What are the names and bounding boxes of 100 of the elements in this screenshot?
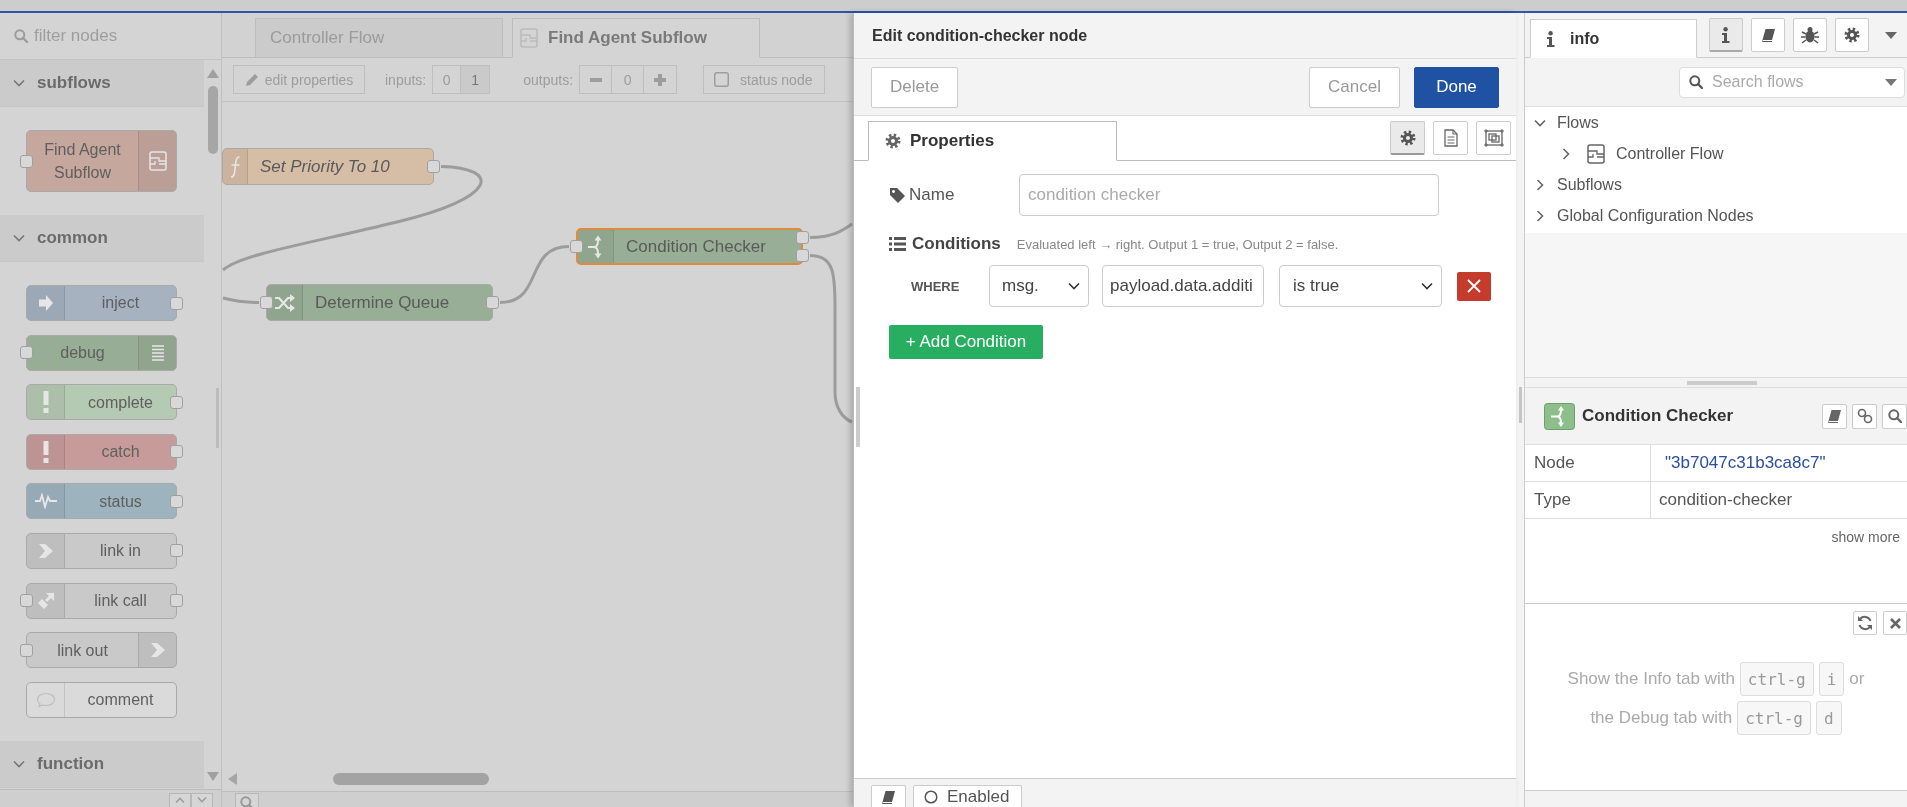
collapse-button[interactable] (169, 793, 191, 807)
link-button[interactable] (1852, 403, 1877, 429)
name-field[interactable]: condition checker (1019, 174, 1439, 216)
enabled-toggle[interactable]: Enabled (913, 785, 1023, 807)
palette-node[interactable]: link call (26, 582, 177, 619)
port-icon[interactable] (486, 296, 499, 309)
port-icon[interactable] (570, 240, 583, 253)
port-icon[interactable] (20, 346, 33, 360)
document-tab[interactable] (1433, 121, 1468, 155)
wire (222, 296, 259, 304)
port-icon[interactable] (20, 643, 33, 657)
scroll-up-arrow-icon[interactable] (206, 69, 219, 78)
bug-tab-button[interactable] (1793, 18, 1827, 52)
caret-icon[interactable] (1885, 31, 1897, 39)
palette-node[interactable]: inject (26, 285, 177, 321)
search-icon (14, 29, 28, 43)
search-field[interactable]: Search flows (1679, 66, 1905, 98)
conditions-hint: Evaluated left → right. Output 1 = true, Output 2 = false. (1016, 236, 1339, 252)
scrollbar-thumb[interactable] (333, 773, 489, 785)
port-icon[interactable] (796, 231, 809, 244)
source-select[interactable]: msg. (989, 265, 1089, 307)
port-icon[interactable] (20, 594, 33, 608)
settings-tab[interactable] (1390, 121, 1425, 155)
wire (809, 222, 853, 239)
scrollbar-thumb[interactable] (207, 86, 218, 154)
circle-icon (924, 789, 938, 804)
link-icon (1856, 408, 1873, 424)
tree-item[interactable]: Flows (1525, 107, 1907, 138)
close-button[interactable] (1883, 611, 1907, 635)
resize-handle[interactable] (1519, 387, 1522, 423)
toggle-button[interactable]: 1 (461, 65, 491, 94)
category-header[interactable]: subflows (0, 60, 204, 107)
flow-chart-icon (1587, 143, 1605, 164)
keyboard-key: ctrl-g (1737, 701, 1811, 735)
search-button[interactable] (1882, 403, 1907, 429)
palette-node[interactable]: debug (26, 334, 177, 371)
info-tab-button[interactable] (1709, 18, 1743, 52)
help-button[interactable] (1822, 403, 1847, 429)
frame-tab[interactable] (1476, 121, 1511, 155)
palette-node[interactable]: link out (26, 632, 177, 669)
scroll-left-arrow-icon[interactable] (228, 773, 237, 785)
exclamation-icon (41, 440, 50, 463)
keyboard-key: d (1815, 701, 1842, 735)
resize-handle[interactable] (856, 387, 860, 447)
remove-button[interactable] (1457, 271, 1491, 301)
port-icon[interactable] (170, 494, 183, 508)
caret-icon[interactable] (1885, 78, 1897, 86)
palette-node[interactable]: Find Agent Subflow (26, 130, 177, 192)
category-header[interactable]: common (0, 215, 204, 262)
workspace-tab[interactable]: Find Agent Subflow (512, 18, 760, 58)
increment-button[interactable] (644, 65, 678, 94)
port-icon[interactable] (170, 544, 183, 558)
port-icon[interactable] (170, 594, 183, 608)
port-icon[interactable] (796, 249, 809, 262)
table-cell: Type (1525, 482, 1651, 518)
info-tab[interactable]: info (1530, 19, 1697, 58)
expand-button[interactable] (191, 793, 213, 807)
palette-node[interactable]: link in (26, 532, 177, 569)
list-icon (889, 237, 906, 251)
tree-item[interactable]: Global Configuration Nodes (1525, 200, 1907, 231)
port-icon[interactable] (260, 296, 273, 309)
decrement-button[interactable] (579, 65, 613, 94)
properties-tab[interactable]: Properties (868, 121, 1117, 161)
cancel-button[interactable]: Cancel (1309, 66, 1400, 108)
scroll-down-arrow-icon[interactable] (206, 772, 219, 781)
flow-node[interactable]: Condition Checker (576, 228, 803, 265)
book-tab-button[interactable] (1751, 18, 1785, 52)
show-more-link[interactable]: show more (1831, 529, 1900, 545)
flow-node[interactable]: Determine Queue (266, 284, 493, 321)
table-cell-text: "3b7047c31b3ca8c7" (1664, 452, 1827, 474)
flow-node[interactable]: Set Priority To 10 (222, 148, 434, 185)
palette-node[interactable]: status (26, 483, 177, 520)
port-icon[interactable] (170, 296, 183, 310)
palette-node[interactable]: catch (26, 433, 177, 470)
chevron-down-icon (197, 797, 207, 803)
delete-button[interactable]: Delete (871, 66, 959, 108)
path-field[interactable]: payload.data.additi (1102, 265, 1264, 307)
search-icon (1887, 409, 1902, 423)
conditions-label: Conditions (912, 234, 1001, 254)
category-header[interactable]: function (0, 740, 204, 788)
palette-node[interactable]: complete (26, 384, 177, 421)
port-icon[interactable] (20, 154, 33, 168)
resize-handle[interactable] (1687, 380, 1757, 385)
book-button[interactable] (871, 785, 906, 807)
add-condition-button[interactable]: + Add Condition (889, 325, 1043, 359)
help-text: the Debug tab with (1590, 708, 1733, 728)
port-icon[interactable] (170, 445, 183, 459)
palette-node[interactable]: comment (26, 681, 177, 718)
port-icon[interactable] (170, 395, 183, 409)
gear-icon (1399, 129, 1416, 146)
close-icon (1889, 617, 1901, 629)
dialog-title: Edit condition-checker node (854, 13, 1516, 59)
book-icon (1760, 28, 1776, 42)
done-button[interactable]: Done (1414, 66, 1499, 108)
port-icon[interactable] (427, 160, 440, 173)
tree-item[interactable]: Subflows (1525, 169, 1907, 200)
operator-select[interactable]: is true (1279, 265, 1442, 307)
refresh-button[interactable] (1853, 611, 1877, 635)
settings-tab-button[interactable] (1835, 18, 1869, 52)
tree-item[interactable]: Controller Flow (1551, 138, 1907, 169)
